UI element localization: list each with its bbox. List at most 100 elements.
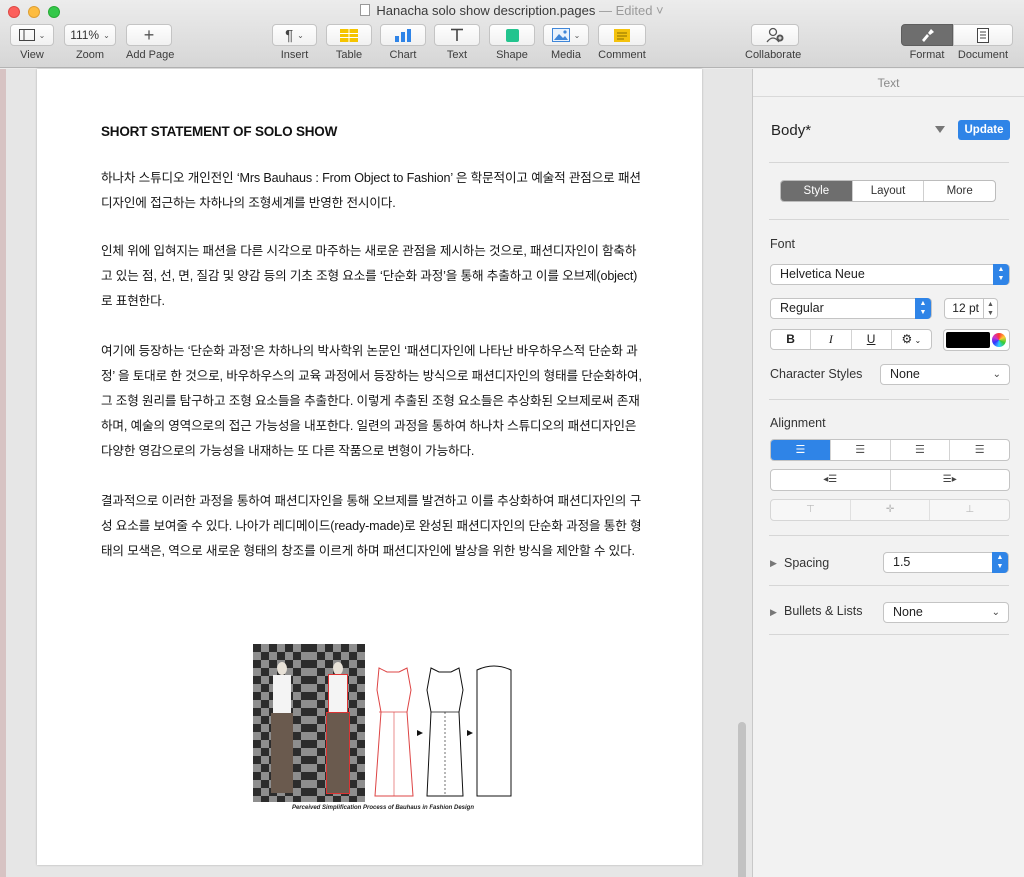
document-tool[interactable]: Document bbox=[953, 24, 1013, 61]
collaborate-label: Collaborate bbox=[745, 49, 802, 61]
insert-label: Insert bbox=[280, 49, 309, 61]
underline-button[interactable]: U bbox=[852, 330, 892, 349]
format-tool[interactable]: Format bbox=[901, 24, 953, 61]
up-down-arrows-icon: ▲ ▼ bbox=[993, 264, 1009, 285]
align-top-button[interactable]: ⊤ bbox=[771, 500, 851, 520]
add-page-tool[interactable]: + Add Page bbox=[126, 24, 174, 61]
media-tool[interactable]: ⌄ Media bbox=[543, 24, 589, 61]
chart-tool[interactable]: Chart bbox=[380, 24, 426, 61]
comment-icon bbox=[614, 28, 630, 42]
paintbrush-icon bbox=[922, 28, 934, 42]
simplification-figure[interactable]: Perceived Simplification Process of Bauh… bbox=[253, 644, 513, 819]
paragraph-1[interactable]: 하나차 스튜디오 개인전인 ‘Mrs Bauhaus : From Object… bbox=[101, 166, 646, 216]
paragraph-style-name[interactable]: Body* bbox=[771, 122, 811, 139]
view-button[interactable]: ⌄ bbox=[10, 24, 54, 46]
paragraph-2[interactable]: 인체 위에 입혀지는 패션을 다른 시각으로 마주하는 새로운 관점을 제시하는… bbox=[101, 239, 646, 314]
insert-tool[interactable]: ¶ ⌄ Insert bbox=[272, 24, 317, 61]
document-page[interactable]: SHORT STATEMENT OF SOLO SHOW 하나차 스튜디오 개인… bbox=[37, 69, 702, 865]
collaborate-button[interactable] bbox=[751, 24, 799, 46]
decrease-indent-button[interactable]: ◂☰ bbox=[771, 470, 891, 490]
chevron-down-icon: ⌄ bbox=[992, 369, 1001, 380]
document-icon bbox=[360, 4, 371, 16]
font-size-input[interactable]: 12 pt bbox=[944, 298, 984, 319]
align-right-button[interactable]: ☰ bbox=[891, 440, 951, 460]
shape-tool[interactable]: Shape bbox=[489, 24, 535, 61]
align-left-icon: ☰ bbox=[795, 444, 806, 456]
collaborate-tool[interactable]: Collaborate bbox=[745, 24, 801, 61]
text-label: Text bbox=[446, 49, 468, 61]
spacing-select[interactable]: 1.5 ▲ ▼ bbox=[883, 552, 1009, 573]
comment-button[interactable] bbox=[598, 24, 646, 46]
align-center-button[interactable]: ☰ bbox=[831, 440, 891, 460]
spacing-label[interactable]: Spacing bbox=[784, 556, 829, 570]
document-canvas[interactable]: SHORT STATEMENT OF SOLO SHOW 하나차 스튜디오 개인… bbox=[0, 69, 752, 877]
tab-more[interactable]: More bbox=[924, 181, 995, 201]
comment-tool[interactable]: Comment bbox=[598, 24, 646, 61]
table-label: Table bbox=[335, 49, 363, 61]
window-title[interactable]: Hanacha solo show description.pages — Ed… bbox=[0, 3, 1024, 18]
canvas-edge bbox=[0, 69, 6, 877]
chart-button[interactable] bbox=[380, 24, 426, 46]
character-styles-select[interactable]: None ⌄ bbox=[880, 364, 1010, 385]
fashion-photo-left bbox=[253, 644, 309, 802]
divider bbox=[769, 162, 1009, 163]
add-page-button[interactable]: + bbox=[126, 24, 172, 46]
tab-layout[interactable]: Layout bbox=[853, 181, 925, 201]
italic-button[interactable]: I bbox=[811, 330, 852, 349]
justify-icon: ☰ bbox=[974, 444, 985, 456]
text-tool[interactable]: Text bbox=[434, 24, 480, 61]
zoom-select[interactable]: 111% ⌄ bbox=[64, 24, 116, 46]
zoom-label: Zoom bbox=[75, 49, 105, 61]
vertical-scrollbar[interactable] bbox=[738, 722, 746, 877]
font-size-stepper[interactable]: ▲ ▼ bbox=[984, 298, 998, 319]
font-section-label: Font bbox=[770, 237, 796, 251]
increase-indent-button[interactable]: ☰▸ bbox=[891, 470, 1010, 490]
text-button[interactable] bbox=[434, 24, 480, 46]
disclosure-triangle-icon[interactable]: ▶ bbox=[770, 558, 777, 569]
tab-style[interactable]: Style bbox=[781, 181, 853, 201]
format-label: Format bbox=[909, 49, 945, 61]
view-tool[interactable]: ⌄ View bbox=[10, 24, 54, 61]
shape-button[interactable] bbox=[489, 24, 535, 46]
chevron-down-icon: ⌄ bbox=[297, 30, 304, 40]
font-weight-value: Regular bbox=[780, 301, 824, 315]
document-heading[interactable]: SHORT STATEMENT OF SOLO SHOW bbox=[101, 124, 337, 139]
document-name: Hanacha solo show description.pages bbox=[376, 3, 596, 18]
indent-buttons: ◂☰ ☰▸ bbox=[770, 469, 1010, 491]
color-wheel-icon[interactable] bbox=[992, 333, 1006, 347]
insert-button[interactable]: ¶ ⌄ bbox=[272, 24, 317, 46]
justify-button[interactable]: ☰ bbox=[950, 440, 1009, 460]
up-down-arrows-icon: ▲ ▼ bbox=[915, 298, 931, 319]
paragraph-3[interactable]: 여기에 등장하는 ‘단순화 과정’은 차하나의 박사학위 논문인 ‘패션디자인에… bbox=[101, 339, 646, 464]
bold-button[interactable]: B bbox=[771, 330, 812, 349]
text-color-swatch bbox=[946, 332, 990, 348]
format-button[interactable] bbox=[901, 24, 953, 46]
paragraph-4[interactable]: 결과적으로 이러한 과정을 통하여 패션디자인을 통해 오브제를 발견하고 이를… bbox=[101, 489, 646, 564]
font-family-select[interactable]: Helvetica Neue ▲ ▼ bbox=[770, 264, 1010, 285]
align-bottom-button[interactable]: ⊥ bbox=[930, 500, 1009, 520]
disclosure-triangle-icon[interactable]: ▶ bbox=[770, 607, 777, 618]
zoom-tool[interactable]: 111% ⌄ Zoom bbox=[64, 24, 116, 61]
comment-label: Comment bbox=[598, 49, 646, 61]
text-box-icon bbox=[451, 28, 463, 41]
align-left-button[interactable]: ☰ bbox=[771, 440, 831, 460]
media-button[interactable]: ⌄ bbox=[543, 24, 589, 46]
align-middle-button[interactable]: ✛ bbox=[851, 500, 931, 520]
table-tool[interactable]: Table bbox=[326, 24, 372, 61]
document-button[interactable] bbox=[953, 24, 1013, 46]
plus-icon: + bbox=[143, 24, 155, 45]
text-color-well[interactable] bbox=[943, 329, 1010, 351]
text-options-button[interactable]: ⚙ ⌄ bbox=[892, 330, 931, 349]
font-weight-select[interactable]: Regular ▲ ▼ bbox=[770, 298, 932, 319]
align-top-icon: ⊤ bbox=[805, 504, 815, 515]
update-style-button[interactable]: Update bbox=[958, 120, 1010, 140]
bullets-lists-label[interactable]: Bullets & Lists bbox=[784, 604, 863, 618]
shape-label: Shape bbox=[496, 49, 528, 61]
up-down-arrows-icon: ▲ ▼ bbox=[992, 552, 1008, 573]
document-label: Document bbox=[957, 49, 1009, 61]
simplification-diagram bbox=[365, 665, 512, 797]
style-menu-triangle-icon[interactable] bbox=[935, 126, 945, 133]
chevron-down-icon: ⌄ bbox=[103, 30, 110, 40]
table-button[interactable] bbox=[326, 24, 372, 46]
bullets-lists-select[interactable]: None ⌄ bbox=[883, 602, 1009, 623]
